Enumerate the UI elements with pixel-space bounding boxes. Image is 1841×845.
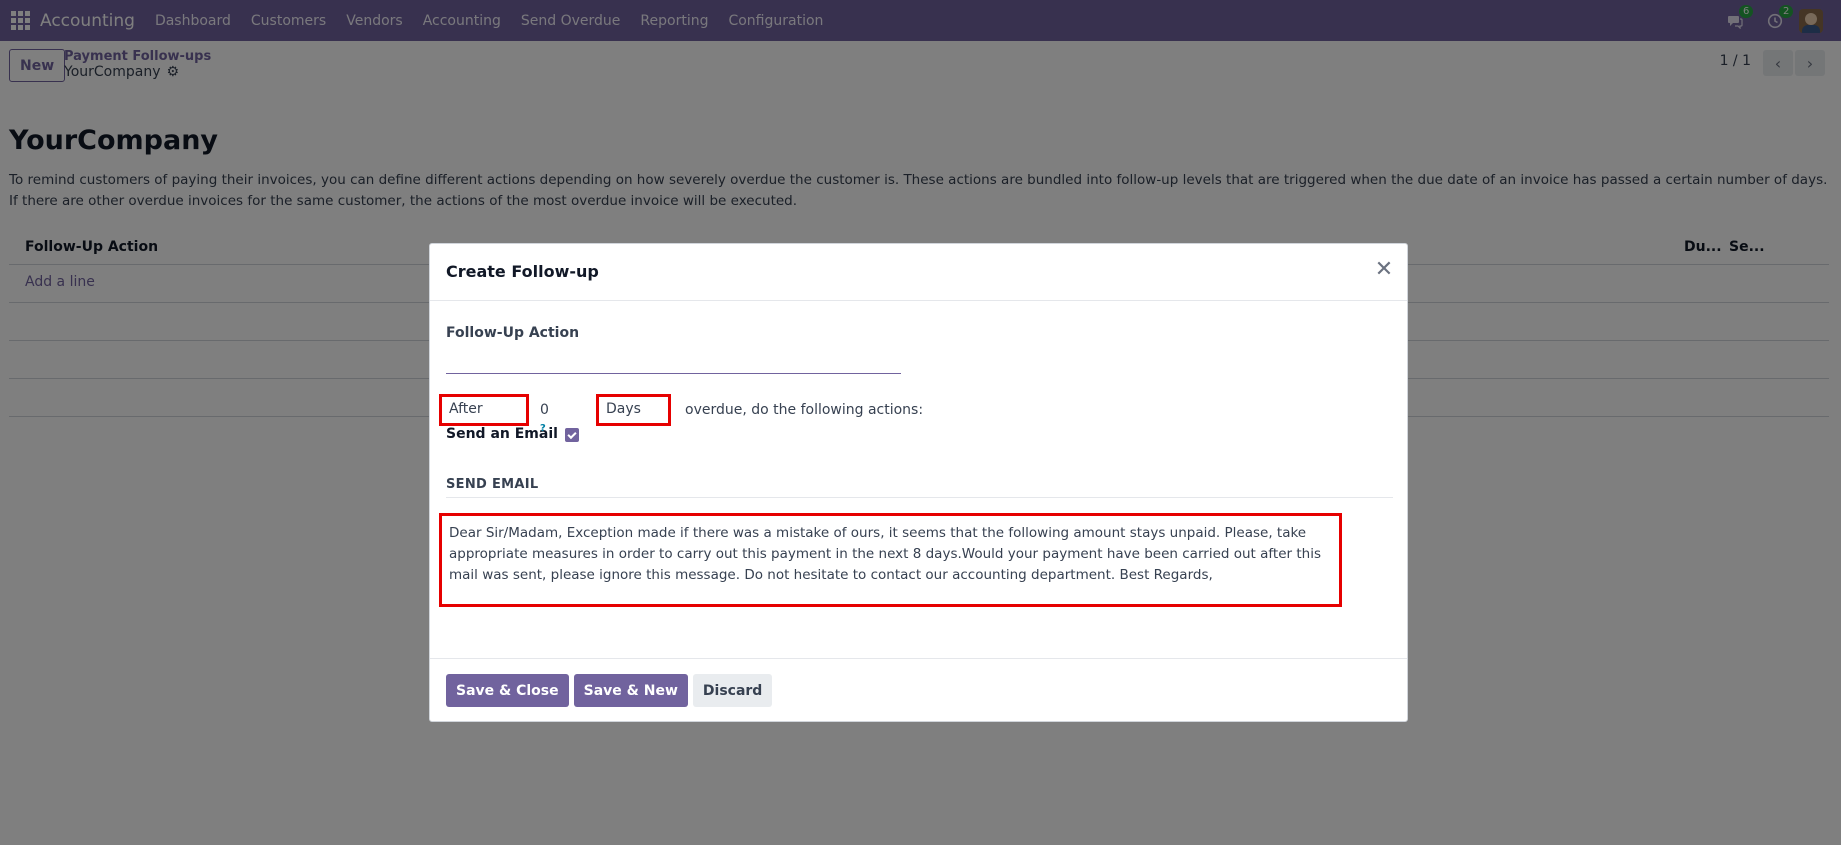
email-body-text: Dear Sir/Madam, Exception made if there … [449, 525, 1322, 583]
close-icon[interactable]: ✕ [1373, 259, 1395, 282]
follow-up-action-input[interactable] [446, 349, 901, 374]
send-email-section-title: SEND EMAIL [446, 477, 539, 492]
send-email-checkbox[interactable] [565, 428, 579, 442]
save-close-button[interactable]: Save & Close [446, 674, 569, 707]
create-follow-up-dialog: Create Follow-up ✕ Follow-Up Action Afte… [429, 243, 1408, 722]
modal-footer: Save & Close Save & New Discard [430, 658, 1407, 722]
modal-header: Create Follow-up ✕ [430, 244, 1407, 301]
modal-title: Create Follow-up [446, 262, 599, 281]
section-divider [446, 497, 1393, 498]
email-body-editor[interactable]: Dear Sir/Madam, Exception made if there … [439, 513, 1342, 607]
modal-body: Follow-Up Action After 0 Days overdue, d… [430, 301, 1407, 658]
after-label: After [449, 401, 483, 417]
days-input[interactable]: 0 [540, 402, 549, 418]
overdue-text: overdue, do the following actions: [685, 402, 924, 418]
days-unit-highlight: Days [596, 394, 671, 426]
help-tooltip-icon[interactable]: ? [540, 423, 546, 434]
follow-up-action-label: Follow-Up Action [446, 325, 580, 341]
days-unit-label: Days [606, 401, 641, 417]
after-label-highlight: After [439, 394, 529, 426]
save-new-button[interactable]: Save & New [573, 674, 688, 707]
discard-button[interactable]: Discard [692, 674, 773, 707]
